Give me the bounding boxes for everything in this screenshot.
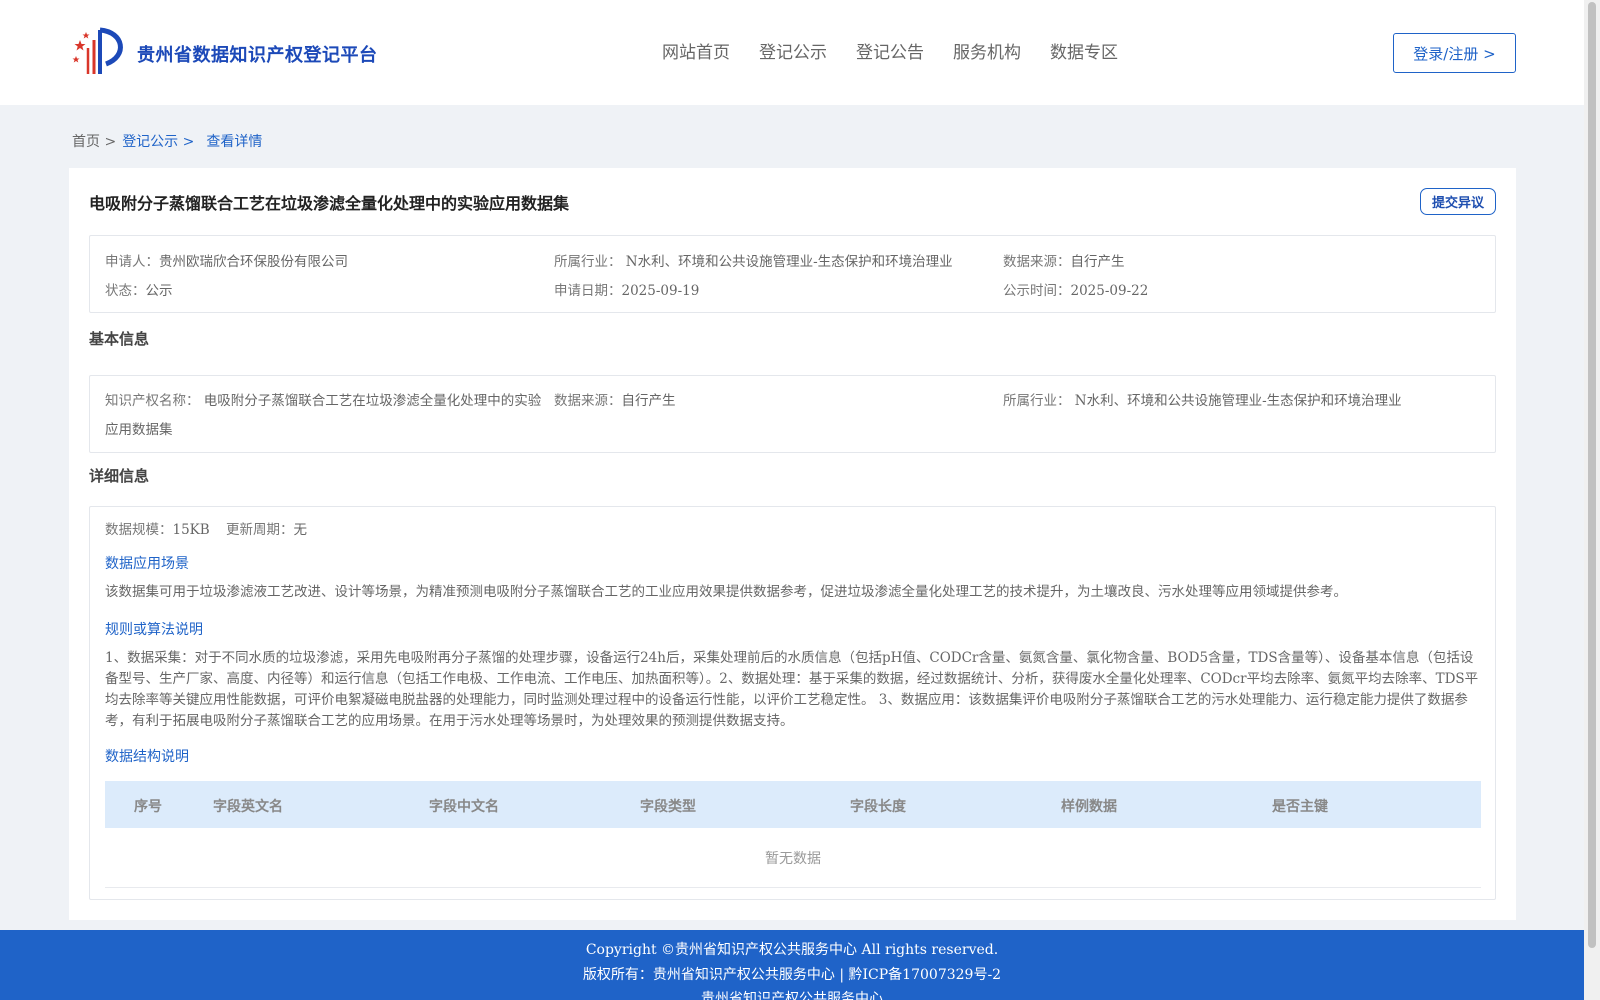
col-field-english-name: 字段英文名 xyxy=(213,799,283,815)
breadcrumb-current: 查看详情 xyxy=(206,134,263,150)
application-scenario-title: 数据应用场景 xyxy=(105,556,189,572)
main-nav: 网站首页 登记公示 登记公告 服务机构 数据专区 xyxy=(662,38,1147,63)
update-cycle-field: 更新周期：无 xyxy=(226,522,307,538)
detail-card: 电吸附分子蒸馏联合工艺在垃圾渗滤全量化处理中的实验应用数据集 提交异议 申请人：… xyxy=(69,168,1516,920)
col-field-length: 字段长度 xyxy=(850,799,906,815)
breadcrumb-registration-notice[interactable]: 登记公示 > xyxy=(122,131,194,151)
page-title: 电吸附分子蒸馏联合工艺在垃圾渗滤全量化处理中的实验应用数据集 xyxy=(89,194,570,213)
data-structure-title: 数据结构说明 xyxy=(105,749,189,765)
applicant-field: 申请人：贵州欧瑞欣合环保股份有限公司 xyxy=(105,254,348,270)
submit-objection-button[interactable]: 提交异议 xyxy=(1420,188,1496,215)
basic-data-source-field: 数据来源：自行产生 xyxy=(554,393,676,409)
col-field-chinese-name: 字段中文名 xyxy=(429,799,499,815)
site-footer: Copyright ©贵州省知识产权公共服务中心 All rights rese… xyxy=(0,930,1584,1000)
detail-info-heading: 详细信息 xyxy=(89,467,150,485)
col-sample-data: 样例数据 xyxy=(1061,799,1117,815)
login-register-button[interactable]: 登录/注册 > xyxy=(1393,33,1516,73)
basic-info-box: 知识产权名称： 电吸附分子蒸馏联合工艺在垃圾渗滤全量化处理中的实验 应用数据集 … xyxy=(89,375,1496,453)
nav-service-agencies[interactable]: 服务机构 xyxy=(953,38,1021,63)
col-field-type: 字段类型 xyxy=(640,799,696,815)
data-structure-table: 序号 字段英文名 字段中文名 字段类型 字段长度 样例数据 是否主键 暂无数据 xyxy=(105,781,1481,888)
breadcrumb-home[interactable]: 首页 > xyxy=(72,131,116,151)
detail-info-box: 数据规模：15KB 更新周期：无 数据应用场景 该数据集可用于垃圾渗滤液工艺改进… xyxy=(89,506,1496,900)
footer-organization: 贵州省知识产权公共服务中心 xyxy=(701,991,883,1000)
col-is-primary-key: 是否主键 xyxy=(1272,799,1328,815)
data-scale-field: 数据规模：15KB xyxy=(105,522,210,538)
basic-industry-field: 所属行业： N水利、环境和公共设施管理业-生态保护和环境治理业 xyxy=(1003,393,1402,409)
table-empty-state: 暂无数据 xyxy=(105,828,1481,888)
application-scenario-text: 该数据集可用于垃圾渗滤液工艺改进、设计等场景，为精准预测电吸附分子蒸馏联合工艺的… xyxy=(105,584,1347,600)
ip-name-continued: 应用数据集 xyxy=(105,422,173,438)
apply-date-field: 申请日期：2025-09-19 xyxy=(554,283,700,299)
footer-icp[interactable]: 版权所有：贵州省知识产权公共服务中心 | 黔ICP备17007329号-2 xyxy=(0,964,1584,984)
table-header-row: 序号 字段英文名 字段中文名 字段类型 字段长度 样例数据 是否主键 xyxy=(105,781,1481,828)
scrollbar-thumb[interactable] xyxy=(1588,2,1596,948)
publish-date-field: 公示时间：2025-09-22 xyxy=(1003,283,1149,299)
site-header: 贵州省数据知识产权登记平台 网站首页 登记公示 登记公告 服务机构 数据专区 登… xyxy=(0,0,1584,105)
industry-field: 所属行业： N水利、环境和公共设施管理业-生态保护和环境治理业 xyxy=(554,254,953,270)
platform-logo-icon[interactable] xyxy=(72,26,130,78)
page-scrollbar[interactable] xyxy=(1584,0,1600,1000)
summary-box: 申请人：贵州欧瑞欣合环保股份有限公司 所属行业： N水利、环境和公共设施管理业-… xyxy=(89,235,1496,313)
rules-algorithm-title: 规则或算法说明 xyxy=(105,622,203,638)
col-index: 序号 xyxy=(134,799,162,815)
breadcrumb: 首页 > 登记公示 > 查看详情 xyxy=(72,131,268,151)
site-title[interactable]: 贵州省数据知识产权登记平台 xyxy=(137,41,378,67)
basic-info-heading: 基本信息 xyxy=(89,330,150,348)
data-source-field: 数据来源：自行产生 xyxy=(1003,254,1125,270)
nav-registration-notice[interactable]: 登记公示 xyxy=(759,38,827,63)
ip-name-field: 知识产权名称： 电吸附分子蒸馏联合工艺在垃圾渗滤全量化处理中的实验 xyxy=(105,393,542,409)
nav-home[interactable]: 网站首页 xyxy=(662,38,730,63)
status-field: 状态：公示 xyxy=(105,283,173,299)
footer-copyright: Copyright ©贵州省知识产权公共服务中心 All rights rese… xyxy=(585,942,999,958)
nav-registration-announcement[interactable]: 登记公告 xyxy=(856,38,924,63)
nav-data-zone[interactable]: 数据专区 xyxy=(1050,38,1118,63)
rules-algorithm-text: 1、数据采集：对于不同水质的垃圾渗滤，采用先电吸附再分子蒸馏的处理步骤，设备运行… xyxy=(105,650,1479,729)
